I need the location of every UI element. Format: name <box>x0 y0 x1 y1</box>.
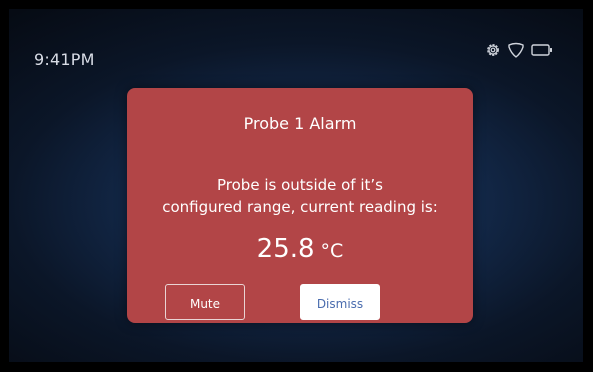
alarm-title: Probe 1 Alarm <box>243 114 357 133</box>
status-time: 9:41PM <box>34 50 95 69</box>
screen: 9:41PM Probe 1 Alarm Probe is outside of… <box>9 9 583 362</box>
reading-value: 25.8 <box>256 234 315 264</box>
alarm-message-line-2: configured range, current reading is: <box>162 198 438 216</box>
current-reading: 25.8 °C <box>127 234 473 264</box>
gear-icon[interactable] <box>485 42 501 58</box>
status-icons <box>485 39 553 61</box>
battery-icon <box>531 43 553 57</box>
alarm-message: Probe is outside of it’s configured rang… <box>127 174 473 218</box>
dismiss-button[interactable]: Dismiss <box>300 284 380 320</box>
device-frame: 9:41PM Probe 1 Alarm Probe is outside of… <box>0 0 593 372</box>
shield-icon[interactable] <box>507 42 525 58</box>
alarm-message-line-1: Probe is outside of it’s <box>217 176 383 194</box>
reading-unit: °C <box>320 240 344 262</box>
alarm-dialog: Probe 1 Alarm Probe is outside of it’s c… <box>127 88 473 323</box>
mute-button[interactable]: Mute <box>165 284 245 320</box>
